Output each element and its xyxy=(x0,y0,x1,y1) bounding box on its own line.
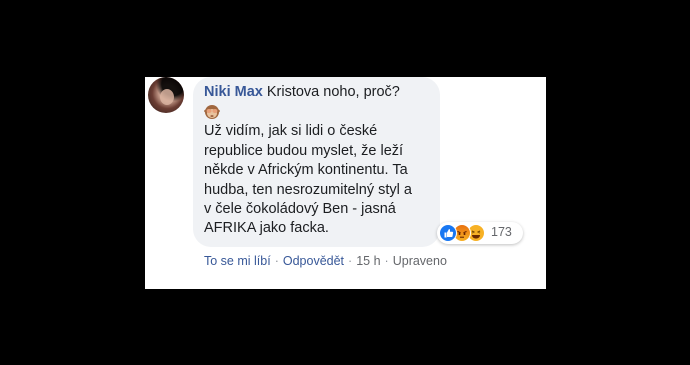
comment-author[interactable]: Niki Max xyxy=(204,84,263,100)
comment-text: Niki Max Kristova noho, proč? Už vidím, … xyxy=(204,83,436,239)
comment-bubble: Niki Max Kristova noho, proč? Už vidím, … xyxy=(193,77,440,247)
timestamp-link[interactable]: 15 h xyxy=(356,254,380,268)
avatar[interactable] xyxy=(148,77,184,113)
separator: · xyxy=(384,254,389,268)
reaction-count: 173 xyxy=(491,225,512,239)
comment-first-line: Kristova noho, proč? xyxy=(262,84,400,100)
separator: · xyxy=(348,254,353,268)
like-icon xyxy=(439,224,457,242)
avatar-face xyxy=(160,89,174,105)
emoji-line xyxy=(204,102,436,122)
see-no-evil-monkey-icon xyxy=(204,104,220,120)
comment-card: Niki Max Kristova noho, proč? Už vidím, … xyxy=(145,77,546,289)
next-comment-cut-off xyxy=(238,283,328,289)
comment-body: Už vidím, jak si lidi o české republice … xyxy=(204,123,412,237)
reply-link[interactable]: Odpovědět xyxy=(283,254,344,268)
like-link[interactable]: To se mi líbí xyxy=(204,254,271,268)
edited-label[interactable]: Upraveno xyxy=(393,254,447,268)
reactions-summary[interactable]: 173 xyxy=(437,222,523,244)
separator: · xyxy=(274,254,279,268)
comment-actions: To se mi líbí · Odpovědět · 15 h · Upraveno xyxy=(204,254,447,268)
